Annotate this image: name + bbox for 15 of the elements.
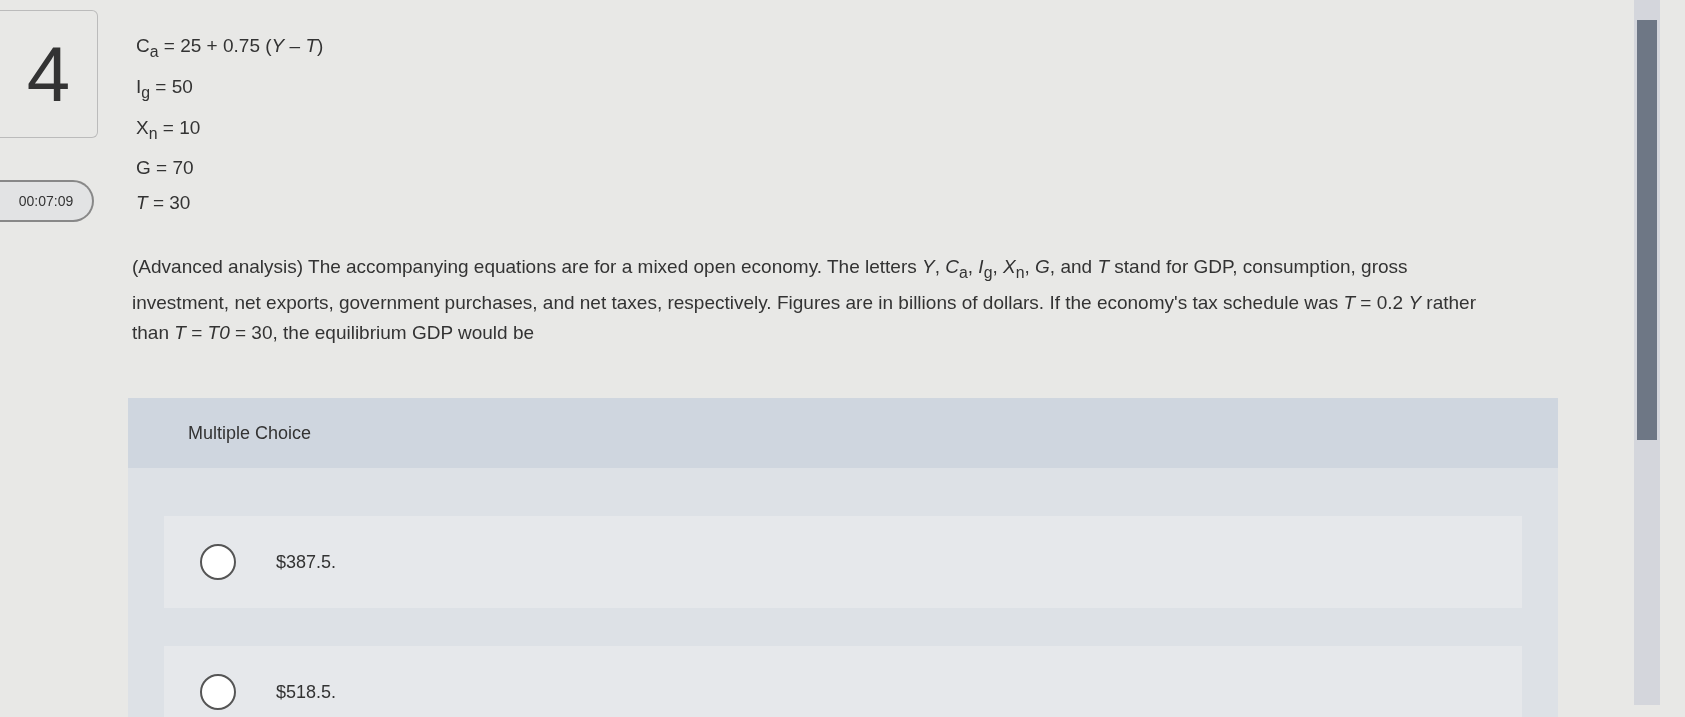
timer: 00:07:09 [0, 180, 94, 222]
scrollbar-thumb[interactable] [1637, 20, 1657, 440]
answer-option[interactable]: $387.5. [164, 516, 1522, 609]
equation: I$_{g}$ = 50 [136, 74, 194, 103]
equation: T = 30 [136, 191, 192, 216]
scrollbar[interactable] [1634, 0, 1660, 705]
equation: C$_{a}$ = 25 + 0.75 (Y – T) [136, 34, 325, 62]
question-number: 4 [0, 10, 98, 138]
radio-button[interactable] [200, 544, 236, 581]
panel-heading: Multiple Choice [188, 422, 312, 444]
equation: G = 70 [136, 156, 195, 181]
equation: X$_{n}$ = 10 [136, 115, 202, 144]
answer-option[interactable]: $518.5. [164, 646, 1522, 717]
radio-button[interactable] [200, 674, 236, 711]
question-text: (Advanced analysis) The accompanying equations are for a mixed open economy. The letters Y, C$_{a}$, I$_{g}$, X$_{n}$, G, and T stand for GDP, consumption, gross investment, net exports, government purchases, and net taxes, respectively. Figures are in billions of dollars. If the economy's tax schedule was T = 0.2 Y rather than T = T0 = 30, the equilibrium GDP would be [132, 255, 1477, 346]
